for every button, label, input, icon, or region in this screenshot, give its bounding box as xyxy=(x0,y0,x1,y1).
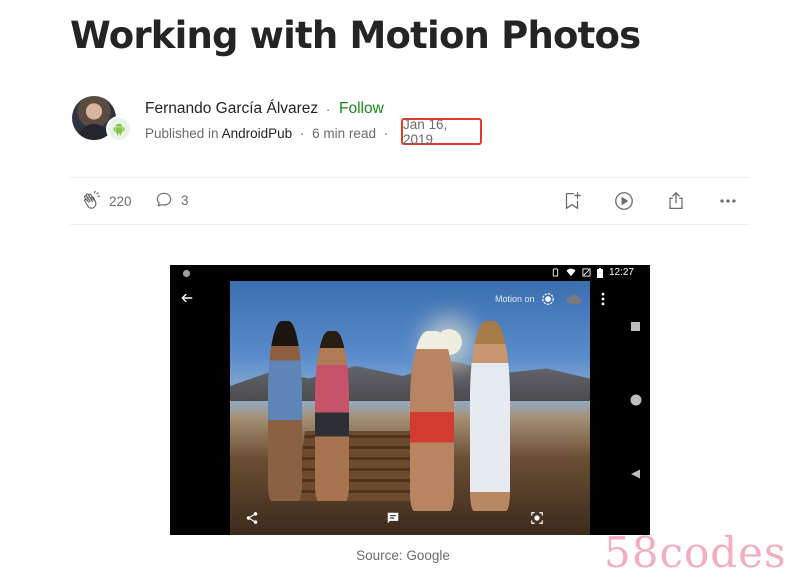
published-prefix: Published in xyxy=(145,126,219,141)
more-vertical-icon[interactable] xyxy=(600,292,606,306)
bookmark-add-icon xyxy=(565,192,581,209)
responses-button[interactable]: 3 xyxy=(154,190,189,210)
publish-date-text: Jan 16, 2019 xyxy=(403,116,448,147)
share-icon[interactable] xyxy=(245,511,259,525)
separator-dot: · xyxy=(326,102,331,117)
back-arrow-icon[interactable] xyxy=(180,291,194,305)
home-circle-icon[interactable] xyxy=(630,394,642,406)
read-time: 6 min read xyxy=(312,126,376,141)
motion-on-icon xyxy=(541,293,554,305)
watermark: 58codes xyxy=(604,528,787,577)
listen-button[interactable] xyxy=(613,190,635,212)
publication-badge[interactable] xyxy=(106,116,132,142)
navigation-bar xyxy=(622,265,650,535)
clap-icon xyxy=(83,190,101,209)
response-count: 3 xyxy=(181,192,189,208)
android-icon xyxy=(113,123,125,136)
author-meta: Fernando García Álvarez · Follow Publish… xyxy=(70,96,750,147)
article-title: Working with Motion Photos xyxy=(70,14,641,57)
motion-label: Motion on xyxy=(495,294,535,304)
publication-meta: Published in AndroidPub · 6 min read · xyxy=(145,126,388,141)
battery-icon xyxy=(596,267,603,278)
more-button[interactable] xyxy=(717,190,739,212)
lens-icon[interactable] xyxy=(530,511,544,525)
motion-photo-video[interactable]: 12:27 Motion on xyxy=(170,265,650,535)
action-bar: 220 3 xyxy=(70,178,750,224)
cloud-off-icon[interactable] xyxy=(566,293,582,305)
comment-icon[interactable] xyxy=(386,511,400,525)
separator-dot: · xyxy=(383,126,389,141)
vibrate-icon xyxy=(552,268,559,277)
motion-toggle[interactable]: Motion on xyxy=(495,292,555,306)
comment-icon xyxy=(156,192,172,207)
publication-link[interactable]: AndroidPub xyxy=(222,126,293,141)
recents-square-icon[interactable] xyxy=(631,322,640,331)
separator-dot: · xyxy=(299,126,305,141)
clap-button[interactable]: 220 xyxy=(80,190,132,212)
battery-saver-icon xyxy=(582,268,591,277)
bookmark-button[interactable] xyxy=(561,190,583,212)
author-name[interactable]: Fernando García Álvarez xyxy=(145,100,318,118)
share-button[interactable] xyxy=(665,190,687,212)
clap-count: 220 xyxy=(109,193,132,209)
status-camera-icon xyxy=(182,269,191,278)
more-horizontal-icon xyxy=(720,199,736,203)
back-triangle-icon[interactable] xyxy=(631,469,640,479)
wifi-icon xyxy=(566,268,576,277)
divider-bottom xyxy=(70,224,750,225)
play-circle-icon xyxy=(615,192,633,210)
publish-date: Jan 16, 2019 xyxy=(401,116,482,147)
motion-photo-image xyxy=(230,281,590,535)
share-icon xyxy=(669,192,683,209)
follow-button[interactable]: Follow xyxy=(339,100,384,118)
